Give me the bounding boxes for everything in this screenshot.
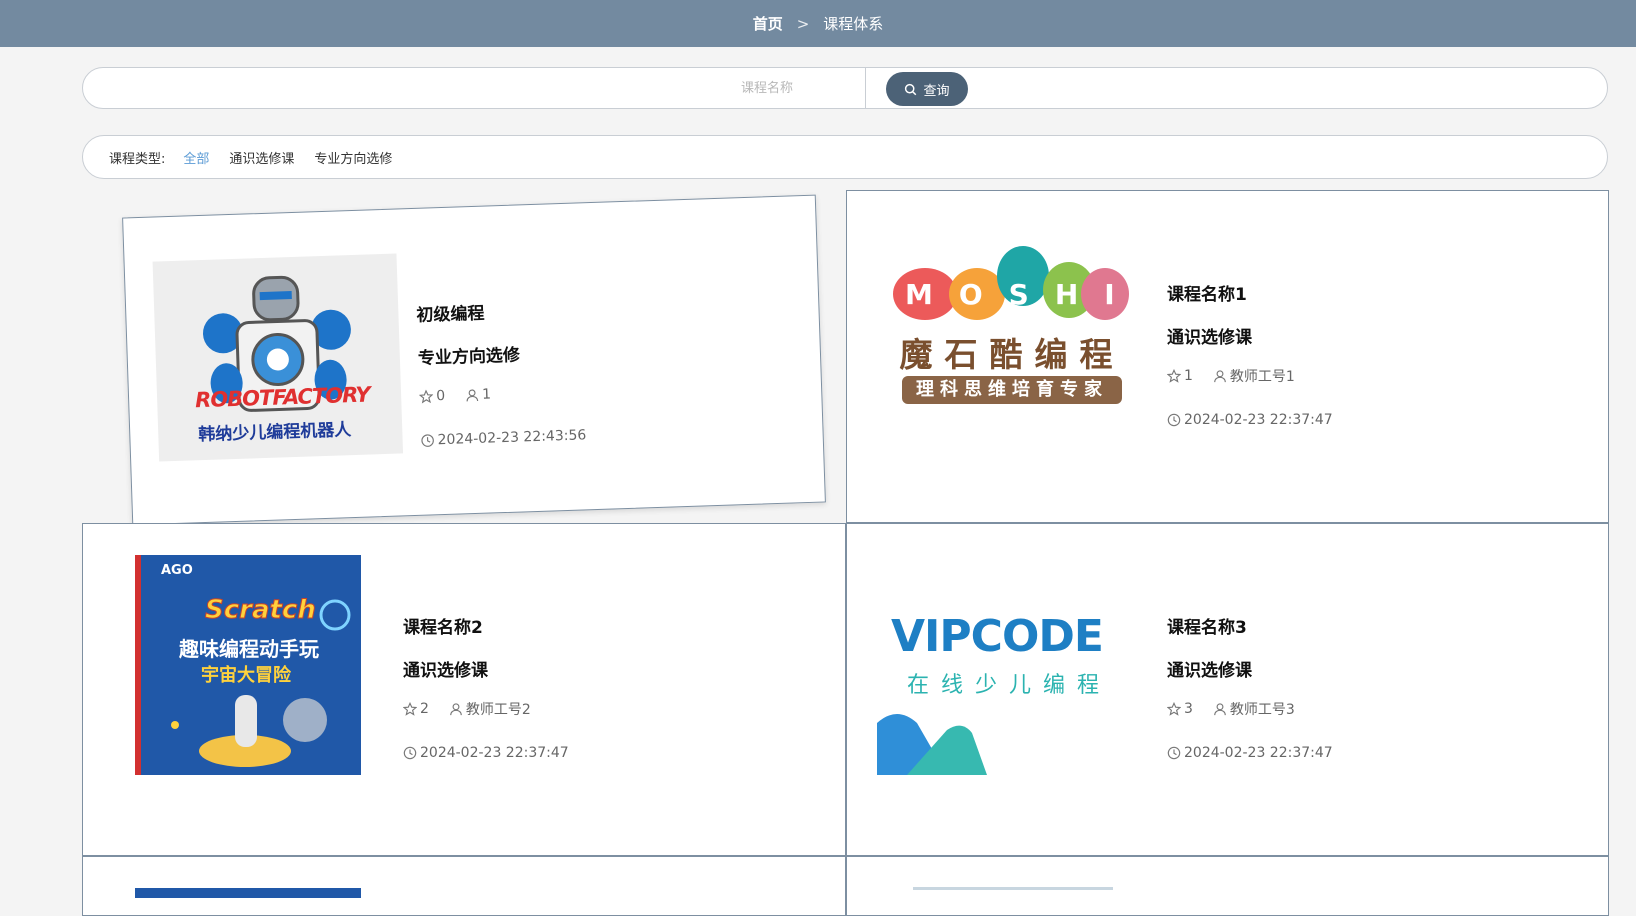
- course-teacher: 教师工号1: [1213, 366, 1295, 386]
- course-name[interactable]: 初级编程: [416, 295, 582, 326]
- clock-icon: [1167, 746, 1181, 760]
- clock-icon: [1167, 413, 1181, 427]
- moshi-title: 魔石酷编程: [899, 335, 1125, 374]
- course-teacher: 1: [465, 386, 491, 403]
- course-card[interactable]: AGO Scratch 趣味编程动手玩 宇宙大冒险 课程名称2 通识选修课 2 …: [82, 523, 846, 856]
- course-card[interactable]: VIPCODE 在线少儿编程 课程名称3 通识选修课 3 教师工号3 2024-…: [846, 523, 1609, 856]
- robot-logo-subcaption: 韩纳少儿编程机器人: [198, 420, 352, 446]
- search-divider: [865, 68, 866, 108]
- course-type: 通识选修课: [1167, 328, 1252, 348]
- filter-option-general-elective[interactable]: 通识选修课: [229, 148, 294, 167]
- course-info: 课程名称3 通识选修课 3 教师工号3 2024-02-23 22:37:47: [1167, 613, 1333, 763]
- star-icon: [403, 702, 417, 716]
- star-icon: [1167, 369, 1181, 383]
- course-image: AGO Scratch 趣味编程动手玩 宇宙大冒险: [135, 555, 361, 775]
- user-icon: [466, 389, 479, 402]
- course-meta: 1 教师工号1: [1167, 366, 1333, 386]
- course-stars: 2: [403, 701, 429, 717]
- clock-icon: [421, 434, 434, 447]
- course-image: VIPCODE 在线少儿编程: [877, 555, 1147, 775]
- course-image: [135, 888, 361, 898]
- course-card[interactable]: [846, 856, 1609, 916]
- breadcrumb-home[interactable]: 首页: [753, 13, 783, 34]
- course-stars: 3: [1167, 701, 1193, 717]
- search-bar: 查询: [82, 67, 1608, 109]
- course-teacher: 教师工号2: [449, 699, 531, 719]
- search-button[interactable]: 查询: [886, 72, 968, 106]
- user-icon: [1214, 370, 1226, 383]
- course-time: 2024-02-23 22:37:47: [403, 743, 569, 763]
- user-icon: [1214, 703, 1226, 716]
- course-stars: 1: [1167, 368, 1193, 384]
- clock-icon: [403, 746, 417, 760]
- course-stars: 0: [418, 388, 445, 405]
- course-type: 通识选修课: [403, 661, 488, 681]
- course-image: MOSHI 魔石酷编程 理科思维培育专家: [893, 246, 1131, 416]
- course-info: 课程名称1 通识选修课 1 教师工号1 2024-02-23 22:37:47: [1167, 280, 1333, 430]
- course-meta: 2 教师工号2: [403, 699, 569, 719]
- user-icon: [450, 703, 462, 716]
- breadcrumb-current: 课程体系: [823, 15, 884, 33]
- book-illustration-icon: [171, 599, 351, 767]
- moshi-letters: MOSHI: [905, 278, 1131, 311]
- course-name[interactable]: 课程名称2: [403, 613, 569, 638]
- search-input[interactable]: [83, 68, 865, 108]
- course-image: ROBOTFACTORY 韩纳少儿编程机器人: [152, 253, 404, 462]
- breadcrumb: 首页 > 课程体系: [0, 0, 1636, 47]
- course-card[interactable]: ROBOTFACTORY 韩纳少儿编程机器人 初级编程 专业方向选修 0 1 2…: [122, 194, 826, 526]
- star-icon: [1167, 702, 1181, 716]
- course-time: 2024-02-23 22:37:47: [1167, 743, 1333, 763]
- course-card[interactable]: MOSHI 魔石酷编程 理科思维培育专家 课程名称1 通识选修课 1 教师工号1…: [846, 190, 1609, 523]
- search-icon: [905, 83, 917, 95]
- moshi-subtitle: 理科思维培育专家: [902, 376, 1122, 404]
- vipcode-mountain-icon: [877, 714, 987, 775]
- star-icon: [418, 389, 434, 404]
- course-image: [913, 887, 1113, 890]
- course-meta: 0 1: [418, 381, 585, 406]
- course-info: 初级编程 专业方向选修 0 1 2024-02-23 22:43:56: [416, 295, 587, 450]
- filter-label: 课程类型:: [109, 151, 166, 167]
- filter-option-all[interactable]: 全部: [183, 148, 209, 167]
- breadcrumb-separator: >: [796, 14, 810, 33]
- course-type: 专业方向选修: [417, 345, 521, 369]
- course-type-filter: 课程类型: 全部 通识选修课 专业方向选修: [82, 135, 1608, 179]
- course-meta: 3 教师工号3: [1167, 699, 1333, 719]
- filter-option-major-elective[interactable]: 专业方向选修: [314, 148, 392, 167]
- course-name[interactable]: 课程名称3: [1167, 613, 1333, 638]
- course-info: 课程名称2 通识选修课 2 教师工号2 2024-02-23 22:37:47: [403, 613, 569, 763]
- course-type: 通识选修课: [1167, 661, 1252, 681]
- search-button-label: 查询: [923, 83, 950, 99]
- course-time: 2024-02-23 22:43:56: [420, 425, 587, 450]
- course-time: 2024-02-23 22:37:47: [1167, 410, 1333, 430]
- course-name[interactable]: 课程名称1: [1167, 280, 1333, 305]
- course-card[interactable]: [82, 856, 846, 916]
- course-teacher: 教师工号3: [1213, 699, 1295, 719]
